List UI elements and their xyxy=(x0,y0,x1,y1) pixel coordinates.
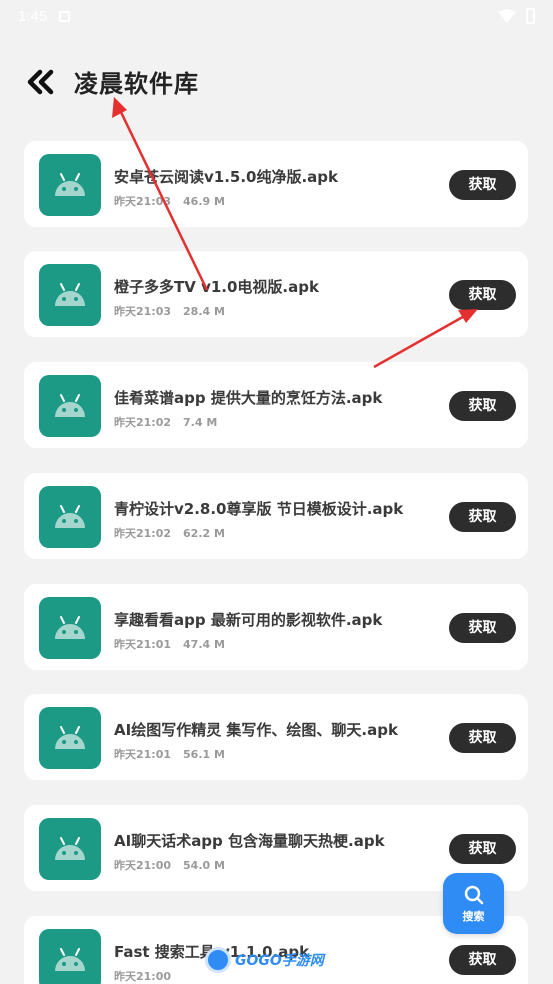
list-item[interactable]: 享趣看看app 最新可用的影视软件.apk 昨天21:01 47.4 M 获取 xyxy=(24,584,528,670)
file-time: 昨天21:03 xyxy=(114,195,172,208)
list-item[interactable]: 橙子多多TV v1.0电视版.apk 昨天21:03 28.4 M 获取 xyxy=(24,251,528,337)
file-size: 46.9 M xyxy=(183,195,225,208)
file-time: 昨天21:00 xyxy=(114,859,172,872)
battery-icon xyxy=(526,8,535,24)
file-name: AI绘图写作精灵 集写作、绘图、聊天.apk xyxy=(114,721,398,739)
watermark: GOGO手游网 xyxy=(205,946,324,974)
get-button[interactable]: 获取 xyxy=(449,945,516,975)
notification-icon xyxy=(59,10,71,22)
get-button[interactable]: 获取 xyxy=(449,280,516,310)
file-name: 橙子多多TV v1.0电视版.apk xyxy=(114,278,319,296)
get-button[interactable]: 获取 xyxy=(449,502,516,532)
file-size: 54.0 M xyxy=(183,859,225,872)
android-icon xyxy=(55,283,85,306)
back-button[interactable] xyxy=(22,64,58,100)
file-size: 62.2 M xyxy=(183,527,225,540)
file-name: 佳肴菜谱app 提供大量的烹饪方法.apk xyxy=(114,389,383,407)
file-time: 昨天21:00 xyxy=(114,970,172,983)
android-icon xyxy=(55,726,85,749)
search-icon xyxy=(464,885,483,904)
watermark-text: GOGO手游网 xyxy=(235,953,324,969)
wifi-icon xyxy=(498,9,516,23)
get-button[interactable]: 获取 xyxy=(449,391,516,421)
android-icon xyxy=(55,948,85,971)
android-app-icon xyxy=(39,154,101,216)
file-meta: 昨天21:00 xyxy=(114,968,183,984)
file-size: 28.4 M xyxy=(183,305,225,318)
android-icon xyxy=(55,173,85,196)
android-app-icon xyxy=(39,486,101,548)
file-meta: 昨天21:03 46.9 M xyxy=(114,193,225,209)
file-size: 56.1 M xyxy=(183,748,225,761)
list-item[interactable]: AI绘图写作精灵 集写作、绘图、聊天.apk 昨天21:01 56.1 M 获取 xyxy=(24,694,528,780)
list-item[interactable]: 青柠设计v2.8.0尊享版 节日模板设计.apk 昨天21:02 62.2 M 获… xyxy=(24,473,528,559)
file-meta: 昨天21:00 54.0 M xyxy=(114,857,225,873)
file-time: 昨天21:02 xyxy=(114,416,172,429)
header: 凌晨软件库 xyxy=(0,52,553,112)
watermark-logo xyxy=(205,947,231,973)
get-button[interactable]: 获取 xyxy=(449,170,516,200)
search-button-label: 搜索 xyxy=(462,909,485,923)
file-size: 7.4 M xyxy=(183,416,218,429)
android-icon xyxy=(55,616,85,639)
android-icon xyxy=(55,505,85,528)
file-meta: 昨天21:02 7.4 M xyxy=(114,414,217,430)
search-button[interactable]: 搜索 xyxy=(443,873,504,934)
android-app-icon xyxy=(39,707,101,769)
android-app-icon xyxy=(39,264,101,326)
file-name: 青柠设计v2.8.0尊享版 节日模板设计.apk xyxy=(114,500,404,518)
list-item[interactable]: 佳肴菜谱app 提供大量的烹饪方法.apk 昨天21:02 7.4 M 获取 xyxy=(24,362,528,448)
android-app-icon xyxy=(39,597,101,659)
file-time: 昨天21:01 xyxy=(114,748,172,761)
android-app-icon xyxy=(39,375,101,437)
file-time: 昨天21:01 xyxy=(114,638,172,651)
get-button[interactable]: 获取 xyxy=(449,834,516,864)
file-meta: 昨天21:03 28.4 M xyxy=(114,303,225,319)
file-time: 昨天21:03 xyxy=(114,305,172,318)
status-icons xyxy=(498,8,535,24)
status-bar: 1:45 xyxy=(0,0,553,32)
file-time: 昨天21:02 xyxy=(114,527,172,540)
double-chevron-left-icon xyxy=(27,69,54,95)
android-icon xyxy=(55,837,85,860)
get-button[interactable]: 获取 xyxy=(449,723,516,753)
file-name: AI聊天话术app 包含海量聊天热梗.apk xyxy=(114,832,385,850)
status-time: 1:45 xyxy=(18,7,48,25)
list-item[interactable]: 安卓苍云阅读v1.5.0纯净版.apk 昨天21:03 46.9 M 获取 xyxy=(24,141,528,227)
file-meta: 昨天21:01 56.1 M xyxy=(114,746,225,762)
get-button[interactable]: 获取 xyxy=(449,613,516,643)
file-meta: 昨天21:02 62.2 M xyxy=(114,525,225,541)
android-app-icon xyxy=(39,818,101,880)
file-name: 安卓苍云阅读v1.5.0纯净版.apk xyxy=(114,168,339,186)
android-icon xyxy=(55,394,85,417)
page-title: 凌晨软件库 xyxy=(74,70,199,98)
file-meta: 昨天21:01 47.4 M xyxy=(114,636,225,652)
file-size: 47.4 M xyxy=(183,638,225,651)
android-app-icon xyxy=(39,929,101,984)
file-name: 享趣看看app 最新可用的影视软件.apk xyxy=(114,611,383,629)
